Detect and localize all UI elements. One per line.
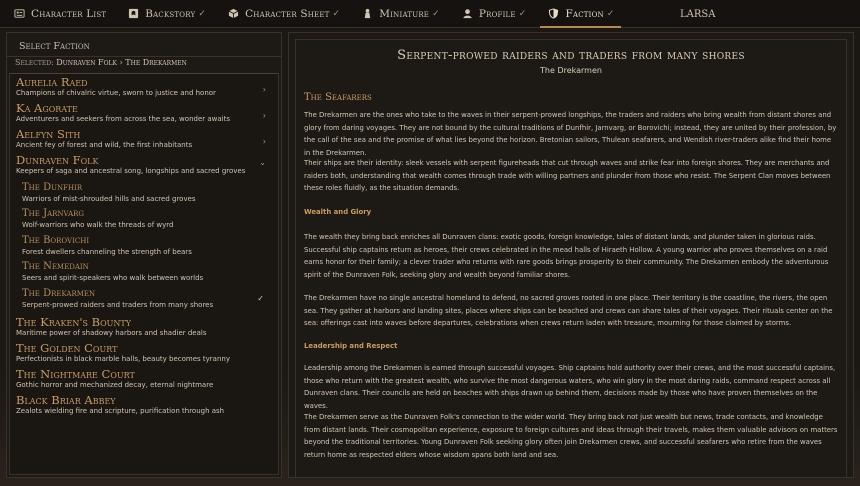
selected-breadcrumb: Selected: Dunraven Folk › The Drekarmen	[15, 58, 187, 70]
paragraph: Their ships are their identity: sleek ve…	[304, 159, 831, 192]
faction-name: Aurelia Raed	[16, 75, 88, 89]
paragraph: The Drekarmen serve as the Dunraven Folk…	[304, 413, 838, 459]
subfaction-item[interactable]: The Nemedain Seers and spirit-speakers w…	[22, 261, 272, 283]
faction-item-expanded[interactable]: Dunraven Folk Keepers of saga and ancest…	[16, 154, 272, 176]
selected-label: Selected:	[15, 58, 54, 67]
user-name[interactable]: LARSA	[680, 0, 715, 28]
tab-faction[interactable]: Faction ✓	[534, 0, 622, 28]
faction-item[interactable]: The Nightmare Court Gothic horror and me…	[16, 368, 272, 390]
chevron-right-icon[interactable]: ›	[263, 85, 266, 94]
check-icon: ✓	[257, 294, 264, 303]
faction-name: The Kraken's Bounty	[16, 315, 132, 329]
faction-name: Aelfyn Sith	[16, 127, 81, 141]
tab-backstory[interactable]: Backstory ✓	[114, 0, 214, 28]
subfaction-desc: Forest dwellers channeling the strength …	[22, 248, 192, 256]
faction-name: Dunraven Folk	[16, 153, 99, 167]
check-icon: ✓	[332, 8, 341, 19]
list-icon	[14, 9, 25, 18]
faction-desc: Keepers of saga and ancestral song, long…	[16, 167, 246, 175]
tab-label: Faction	[565, 7, 604, 20]
faction-subtitle: The Drekarmen	[540, 66, 602, 75]
subfaction-item[interactable]: The Jarnvarg Wolf-warriors who walk the …	[22, 208, 272, 230]
subfaction-item-selected[interactable]: The Drekarmen Serpent-prowed raiders and…	[22, 288, 272, 310]
faction-desc: Maritime power of shadowy harbors and sh…	[16, 329, 207, 337]
faction-item[interactable]: Aelfyn Sith Ancient fey of forest and wi…	[16, 128, 272, 150]
faction-name: The Golden Court	[16, 341, 118, 355]
tab-label: Character Sheet	[245, 7, 330, 20]
subfaction-desc: Warriors of mist-shrouded hills and sacr…	[22, 195, 196, 203]
section-title: The Seafarers	[304, 92, 372, 103]
check-icon: ✓	[198, 8, 207, 19]
check-icon: ✓	[518, 8, 527, 19]
chevron-right-icon[interactable]: ›	[263, 137, 266, 146]
subfaction-item[interactable]: The Dunfhir Warriors of mist-shrouded hi…	[22, 182, 272, 204]
subfaction-name: The Borovichi	[22, 235, 90, 246]
cube-icon	[228, 8, 239, 19]
subfaction-name: The Nemedain	[22, 261, 89, 272]
faction-item[interactable]: The Golden Court Perfectionists in black…	[16, 342, 272, 364]
tab-label: Profile	[478, 7, 516, 20]
tab-select-faction[interactable]: Select Faction	[13, 36, 96, 57]
chevron-down-icon[interactable]: ⌄	[259, 158, 266, 167]
subfaction-desc: Serpent-prowed raiders and traders from …	[22, 301, 214, 309]
faction-desc: Champions of chivalric virtue, sworn to …	[16, 89, 216, 97]
subfaction-name: The Drekarmen	[22, 288, 96, 299]
faction-desc: Adventurers and seekers from across the …	[16, 115, 230, 123]
top-nav: Character List Backstory ✓ Character She…	[0, 0, 860, 28]
check-icon: ✓	[606, 8, 615, 19]
paragraph: The wealth they bring back enriches all …	[304, 233, 829, 279]
faction-desc: Ancient fey of forest and wild, the firs…	[16, 141, 193, 149]
chevron-right-icon[interactable]: ›	[263, 111, 266, 120]
tab-label: Backstory	[145, 7, 196, 20]
faction-desc: Perfectionists in black marble halls, be…	[16, 355, 230, 363]
subheading: Leadership and Respect	[304, 342, 398, 350]
subfaction-item[interactable]: The Borovichi Forest dwellers channeling…	[22, 235, 272, 257]
tab-character-list[interactable]: Character List	[0, 0, 114, 28]
paragraph: The Drekarmen are the ones who take to t…	[304, 111, 837, 157]
faction-item[interactable]: Black Briar Abbey Zealots wielding fire …	[16, 394, 272, 416]
faction-name: Ka Agorate	[16, 101, 78, 115]
subfaction-desc: Wolf-warriors who walk the threads of wy…	[22, 221, 174, 229]
paragraph: The Drekarmen have no single ancestral h…	[304, 294, 833, 327]
faction-title: Serpent-prowed raiders and traders from …	[397, 48, 745, 63]
subfaction-desc: Seers and spirit-speakers who walk betwe…	[22, 274, 204, 282]
faction-name: Black Briar Abbey	[16, 393, 116, 407]
pawn-icon	[365, 8, 371, 19]
tab-label: Character List	[31, 7, 107, 20]
faction-detail-panel: Serpent-prowed raiders and traders from …	[288, 32, 854, 478]
faction-desc: Gothic horror and mechanized decay, eter…	[16, 381, 214, 389]
faction-desc: Zealots wielding fire and scripture, pur…	[16, 407, 225, 415]
book-icon	[129, 8, 139, 19]
faction-name: The Nightmare Court	[16, 367, 135, 381]
subfaction-name: The Jarnvarg	[22, 208, 85, 219]
faction-panel: Select Faction Selected: Dunraven Folk ›…	[6, 32, 282, 478]
detail-frame: Serpent-prowed raiders and traders from …	[295, 39, 847, 477]
divider	[7, 56, 281, 57]
faction-item[interactable]: Ka Agorate Adventurers and seekers from …	[16, 102, 272, 124]
check-icon: ✓	[432, 8, 440, 19]
selected-value: Dunraven Folk › The Drekarmen	[56, 58, 187, 67]
faction-item[interactable]: The Kraken's Bounty Maritime power of sh…	[16, 316, 272, 338]
tab-profile[interactable]: Profile ✓	[448, 0, 535, 28]
subheading: Wealth and Glory	[304, 208, 372, 216]
tab-miniature[interactable]: Miniature ✓	[348, 0, 448, 28]
faction-list: Aurelia Raed Champions of chivalric virt…	[9, 73, 279, 475]
paragraph: Leadership among the Drekarmen is earned…	[304, 364, 836, 410]
tab-character-sheet[interactable]: Character Sheet ✓	[214, 0, 348, 28]
person-icon	[463, 9, 472, 19]
subfaction-name: The Dunfhir	[22, 182, 83, 193]
faction-item[interactable]: Aurelia Raed Champions of chivalric virt…	[16, 76, 272, 98]
shield-icon	[549, 8, 559, 19]
tab-label: Miniature	[379, 7, 430, 20]
